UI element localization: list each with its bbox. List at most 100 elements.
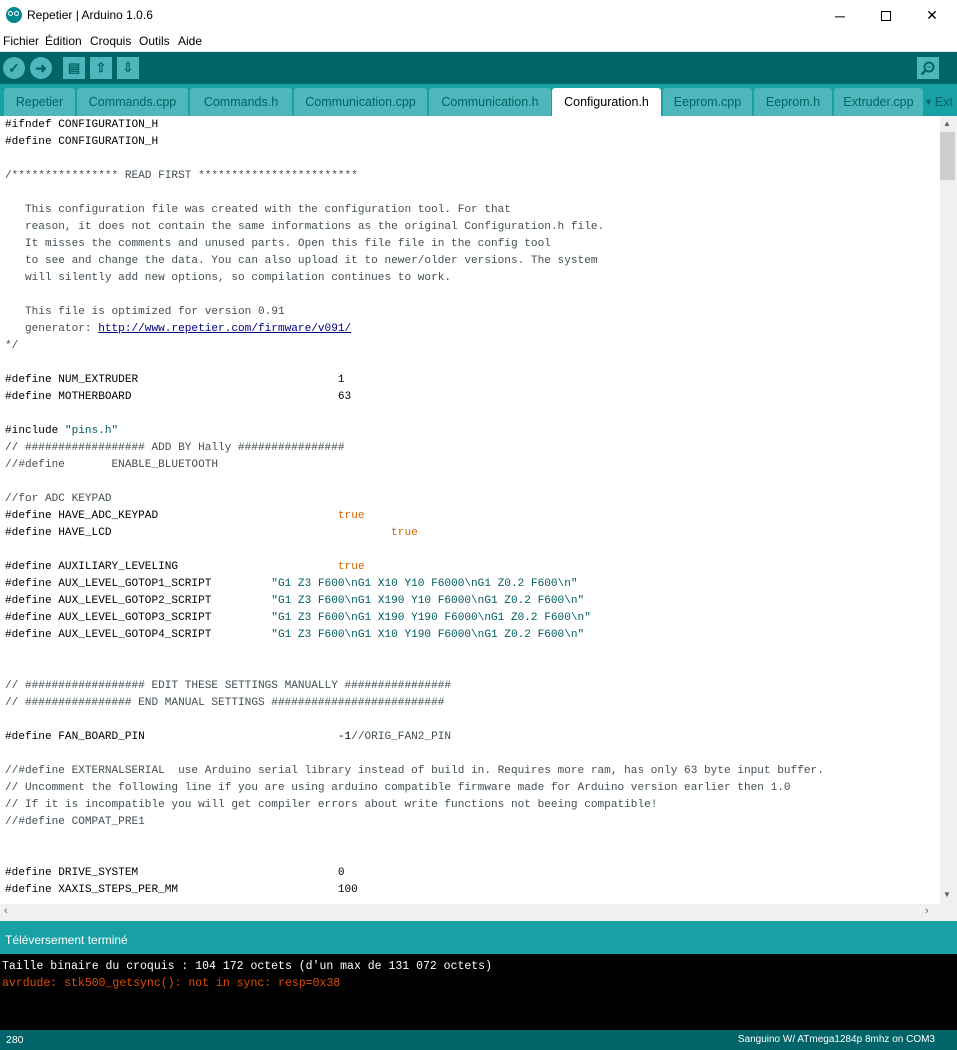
code-line[interactable]: // Uncomment the following line if you a… bbox=[5, 780, 791, 797]
code-line[interactable]: //#define COMPAT_PRE1 bbox=[5, 814, 145, 831]
code-line[interactable]: This configuration file was created with… bbox=[5, 202, 511, 219]
status-bar: Téléversement terminé bbox=[0, 921, 957, 954]
tab-repetier[interactable]: Repetier bbox=[4, 88, 75, 116]
code-token: will silently add new options, so compil… bbox=[5, 272, 452, 284]
code-line[interactable]: #define XAXIS_STEPS_PER_MM 100 bbox=[5, 882, 358, 899]
code-token: #define AUX_LEVEL_GOTOP4_SCRIPT bbox=[5, 629, 272, 641]
tab-overflow-menu[interactable]: ▼ Ext bbox=[924, 88, 957, 116]
new-sketch-button[interactable]: ▤ bbox=[63, 57, 85, 79]
tab-overflow-label: Ext bbox=[934, 95, 953, 109]
vertical-scrollbar[interactable]: ▲ ▼ bbox=[940, 116, 957, 904]
code-token: true bbox=[391, 527, 418, 539]
tab-communication-cpp[interactable]: Communication.cpp bbox=[294, 88, 427, 116]
serial-monitor-button[interactable] bbox=[917, 57, 939, 79]
code-line[interactable]: #define DRIVE_SYSTEM 0 bbox=[5, 865, 345, 882]
tab-communication-h[interactable]: Communication.h bbox=[429, 88, 551, 116]
tab-extruder-cpp[interactable]: Extruder.cpp bbox=[834, 88, 923, 116]
tab-configuration-h[interactable]: Configuration.h bbox=[552, 88, 661, 116]
minimize-button[interactable]: ─ bbox=[817, 0, 863, 31]
code-line[interactable]: #define AUXILIARY_LEVELING true bbox=[5, 559, 365, 576]
code-token: #define AUXILIARY_LEVELING bbox=[5, 561, 338, 573]
code-line[interactable]: #define AUX_LEVEL_GOTOP4_SCRIPT "G1 Z3 F… bbox=[5, 627, 584, 644]
code-line[interactable]: // If it is incompatible you will get co… bbox=[5, 797, 657, 814]
code-token: // ################ END MANUAL SETTINGS … bbox=[5, 697, 445, 709]
code-token: #define XAXIS_STEPS_PER_MM 100 bbox=[5, 884, 358, 896]
code-line[interactable]: // ################## EDIT THESE SETTING… bbox=[5, 678, 451, 695]
tab-eeprom-cpp[interactable]: Eeprom.cpp bbox=[663, 88, 752, 116]
code-token: true bbox=[337, 510, 365, 522]
tab-bar: Repetier Commands.cpp Commands.h Communi… bbox=[0, 84, 957, 116]
horizontal-scrollbar[interactable]: ‹ › bbox=[0, 904, 940, 921]
code-line[interactable]: #define FAN_BOARD_PIN -1//ORIG_FAN2_PIN bbox=[5, 729, 451, 746]
menu-outils[interactable]: Outils bbox=[139, 34, 170, 48]
scroll-down-icon[interactable]: ▼ bbox=[943, 890, 951, 899]
code-token: reason, it does not contain the same inf… bbox=[5, 221, 605, 233]
code-line[interactable]: */ bbox=[5, 338, 18, 355]
open-sketch-button[interactable]: ⇧ bbox=[90, 57, 112, 79]
code-line[interactable]: #define CONFIGURATION_H bbox=[5, 134, 158, 151]
code-token: "G1 Z3 F600\nG1 X10 Y190 F6000\nG1 Z0.2 … bbox=[271, 629, 585, 641]
code-token: //for ADC KEYPAD bbox=[5, 493, 112, 505]
code-token: #define NUM_EXTRUDER 1 bbox=[5, 374, 345, 386]
arduino-logo-icon bbox=[6, 7, 22, 23]
board-info: Sanguino W/ ATmega1284p 8mhz on COM3 bbox=[737, 1034, 935, 1045]
code-token: true bbox=[337, 561, 365, 573]
code-line[interactable]: //#define ENABLE_BLUETOOTH bbox=[5, 457, 218, 474]
code-token: #ifndef CONFIGURATION_H bbox=[5, 119, 159, 131]
code-line[interactable]: This file is optimized for version 0.91 bbox=[5, 304, 285, 321]
toolbar: ✓ ➜ ▤ ⇧ ⇩ bbox=[0, 52, 957, 84]
code-line[interactable]: #define AUX_LEVEL_GOTOP1_SCRIPT "G1 Z3 F… bbox=[5, 576, 578, 593]
code-line[interactable]: #define AUX_LEVEL_GOTOP2_SCRIPT "G1 Z3 F… bbox=[5, 593, 584, 610]
footer-bar: 280 Sanguino W/ ATmega1284p 8mhz on COM3 bbox=[0, 1030, 957, 1050]
menu-bar: Fichier Édition Croquis Outils Aide bbox=[0, 31, 957, 52]
code-line[interactable]: #define NUM_EXTRUDER 1 bbox=[5, 372, 345, 389]
code-line[interactable]: #include "pins.h" bbox=[5, 423, 118, 440]
code-line[interactable]: #define MOTHERBOARD 63 bbox=[5, 389, 351, 406]
verify-button[interactable]: ✓ bbox=[3, 57, 25, 79]
scroll-right-icon[interactable]: › bbox=[925, 905, 929, 917]
code-line[interactable]: to see and change the data. You can also… bbox=[5, 253, 598, 270]
code-token: #include bbox=[5, 425, 65, 437]
menu-croquis[interactable]: Croquis bbox=[90, 34, 131, 48]
upload-button[interactable]: ➜ bbox=[30, 57, 52, 79]
code-line[interactable]: //for ADC KEYPAD bbox=[5, 491, 112, 508]
code-editor[interactable]: #ifndef CONFIGURATION_H #define CONFIGURA… bbox=[0, 116, 940, 904]
status-message: Téléversement terminé bbox=[5, 933, 128, 947]
save-sketch-button[interactable]: ⇩ bbox=[117, 57, 139, 79]
menu-aide[interactable]: Aide bbox=[178, 34, 202, 48]
code-token: #define AUX_LEVEL_GOTOP1_SCRIPT bbox=[5, 578, 272, 590]
code-line[interactable]: It misses the comments and unused parts.… bbox=[5, 236, 551, 253]
vertical-scroll-thumb[interactable] bbox=[940, 132, 955, 180]
code-line[interactable]: //#define EXTERNALSERIAL use Arduino ser… bbox=[5, 763, 824, 780]
code-token: "G1 Z3 F600\nG1 X190 Y10 F6000\nG1 Z0.2 … bbox=[271, 595, 585, 607]
code-token: It misses the comments and unused parts.… bbox=[5, 238, 551, 250]
close-button[interactable]: ✕ bbox=[909, 0, 955, 31]
menu-fichier[interactable]: Fichier bbox=[3, 34, 39, 48]
menu-edition[interactable]: Édition bbox=[45, 34, 82, 48]
code-line[interactable]: /**************** READ FIRST ***********… bbox=[5, 168, 358, 185]
code-line[interactable]: #define AUX_LEVEL_GOTOP3_SCRIPT "G1 Z3 F… bbox=[5, 610, 591, 627]
code-line[interactable]: // ################ END MANUAL SETTINGS … bbox=[5, 695, 444, 712]
code-token: //ORIG_FAN2_PIN bbox=[351, 731, 452, 743]
code-line[interactable]: #define HAVE_ADC_KEYPAD true bbox=[5, 508, 365, 525]
code-token: #define DRIVE_SYSTEM 0 bbox=[5, 867, 345, 879]
code-token: // ################## ADD BY Hally #####… bbox=[5, 442, 345, 454]
code-link[interactable]: http://www.repetier.com/firmware/v091/ bbox=[98, 323, 351, 335]
code-token: #define HAVE_LCD bbox=[5, 527, 392, 539]
code-token: #define AUX_LEVEL_GOTOP3_SCRIPT bbox=[5, 612, 272, 624]
code-token: "pins.h" bbox=[64, 425, 119, 437]
code-line[interactable]: reason, it does not contain the same inf… bbox=[5, 219, 604, 236]
scroll-up-icon[interactable]: ▲ bbox=[943, 119, 951, 128]
tab-commands-h[interactable]: Commands.h bbox=[190, 88, 292, 116]
code-line[interactable]: generator: http://www.repetier.com/firmw… bbox=[5, 321, 351, 338]
scroll-left-icon[interactable]: ‹ bbox=[4, 905, 8, 917]
tab-commands-cpp[interactable]: Commands.cpp bbox=[77, 88, 188, 116]
code-line[interactable]: // ################## ADD BY Hally #####… bbox=[5, 440, 345, 457]
code-token: // If it is incompatible you will get co… bbox=[5, 799, 658, 811]
tab-eeprom-h[interactable]: Eeprom.h bbox=[754, 88, 832, 116]
code-line[interactable]: will silently add new options, so compil… bbox=[5, 270, 451, 287]
maximize-button[interactable] bbox=[863, 0, 909, 31]
code-line[interactable]: #ifndef CONFIGURATION_H bbox=[5, 117, 158, 134]
code-token: */ bbox=[5, 340, 19, 352]
code-line[interactable]: #define HAVE_LCD true bbox=[5, 525, 418, 542]
